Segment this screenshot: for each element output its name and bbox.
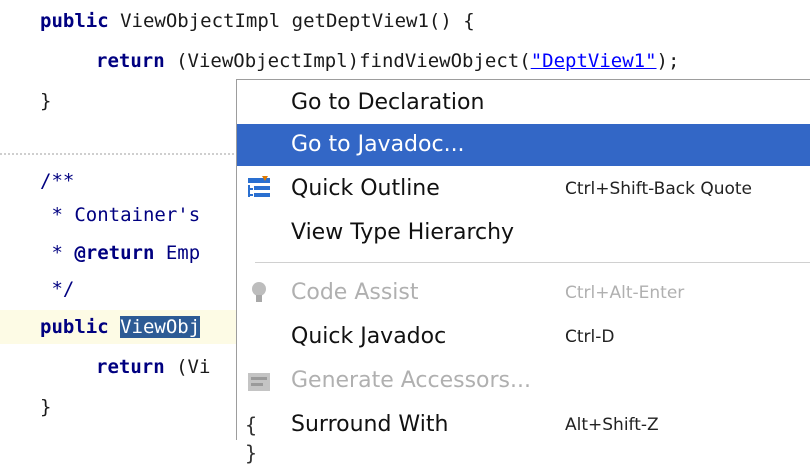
- code-line-1[interactable]: public ViewObjectImpl getDeptView1() {: [40, 6, 475, 36]
- menu-item-label: Surround With: [291, 412, 449, 437]
- keyword: public: [40, 10, 109, 32]
- keyword: return: [96, 50, 165, 72]
- menu-item-label: Quick Outline: [291, 176, 440, 201]
- code-text: (ViewObjectImpl)findViewObject(: [164, 50, 531, 72]
- keyword: return: [96, 356, 165, 378]
- menu-item-go-to-javadoc[interactable]: Go to Javadoc...: [237, 124, 810, 166]
- code-line-9[interactable]: return (Vi: [96, 352, 210, 382]
- code-line-3[interactable]: }: [40, 86, 51, 116]
- menu-item-label: Go to Javadoc...: [291, 132, 465, 157]
- menu-item-shortcut: Ctrl+Shift-Back Quote: [565, 179, 753, 199]
- keyword: public: [40, 316, 109, 338]
- menu-item-go-to-declaration[interactable]: Go to Declaration: [237, 82, 810, 124]
- quick-outline-icon: [245, 175, 275, 203]
- code-line-6[interactable]: * @return Emp: [40, 238, 200, 268]
- code-line-2[interactable]: return (ViewObjectImpl)findViewObject("D…: [96, 46, 679, 76]
- menu-separator: [255, 262, 810, 263]
- code-line-4[interactable]: /**: [40, 166, 74, 196]
- code-text: ViewObjectImpl getDeptView1() {: [108, 10, 475, 32]
- code-line-5[interactable]: * Container's: [40, 200, 200, 230]
- menu-item-label: Generate Accessors...: [291, 368, 532, 393]
- menu-item-quick-outline[interactable]: Quick Outline Ctrl+Shift-Back Quote: [237, 168, 810, 210]
- code-line-8[interactable]: public ViewObj: [40, 312, 201, 342]
- menu-item-label: Go to Declaration: [291, 90, 485, 115]
- context-menu: Go to Declaration Go to Javadoc... Quick…: [236, 79, 810, 465]
- menu-item-generate-accessors[interactable]: Generate Accessors...: [237, 360, 810, 402]
- method-separator: [0, 153, 250, 155]
- menu-item-label: Quick Javadoc: [291, 324, 447, 349]
- string-literal: "DeptView1": [530, 50, 657, 72]
- menu-item-code-assist[interactable]: Code Assist Ctrl+Alt-Enter: [237, 272, 810, 314]
- code-text: Emp: [154, 242, 201, 264]
- lightbulb-icon: [245, 279, 275, 307]
- code-line-7[interactable]: */: [40, 274, 74, 304]
- menu-item-surround-with[interactable]: { } Surround With Alt+Shift-Z: [237, 404, 810, 465]
- code-text: *: [40, 242, 75, 264]
- selected-text[interactable]: ViewObj: [120, 316, 201, 338]
- menu-item-label: View Type Hierarchy: [291, 220, 515, 245]
- menu-item-view-type-hierarchy[interactable]: View Type Hierarchy: [237, 212, 810, 254]
- braces-icon: { }: [245, 413, 258, 465]
- code-text: (Vi: [164, 356, 211, 378]
- menu-item-shortcut: Ctrl-D: [565, 327, 615, 347]
- menu-item-quick-javadoc[interactable]: Quick Javadoc Ctrl-D: [237, 316, 810, 358]
- menu-item-shortcut: Ctrl+Alt-Enter: [565, 283, 685, 303]
- code-line-10[interactable]: }: [40, 392, 51, 422]
- menu-item-shortcut: Alt+Shift-Z: [565, 415, 659, 435]
- generate-accessors-icon: [245, 367, 275, 395]
- javadoc-tag: @return: [74, 242, 155, 264]
- menu-item-label: Code Assist: [291, 280, 419, 305]
- code-text: );: [656, 50, 680, 72]
